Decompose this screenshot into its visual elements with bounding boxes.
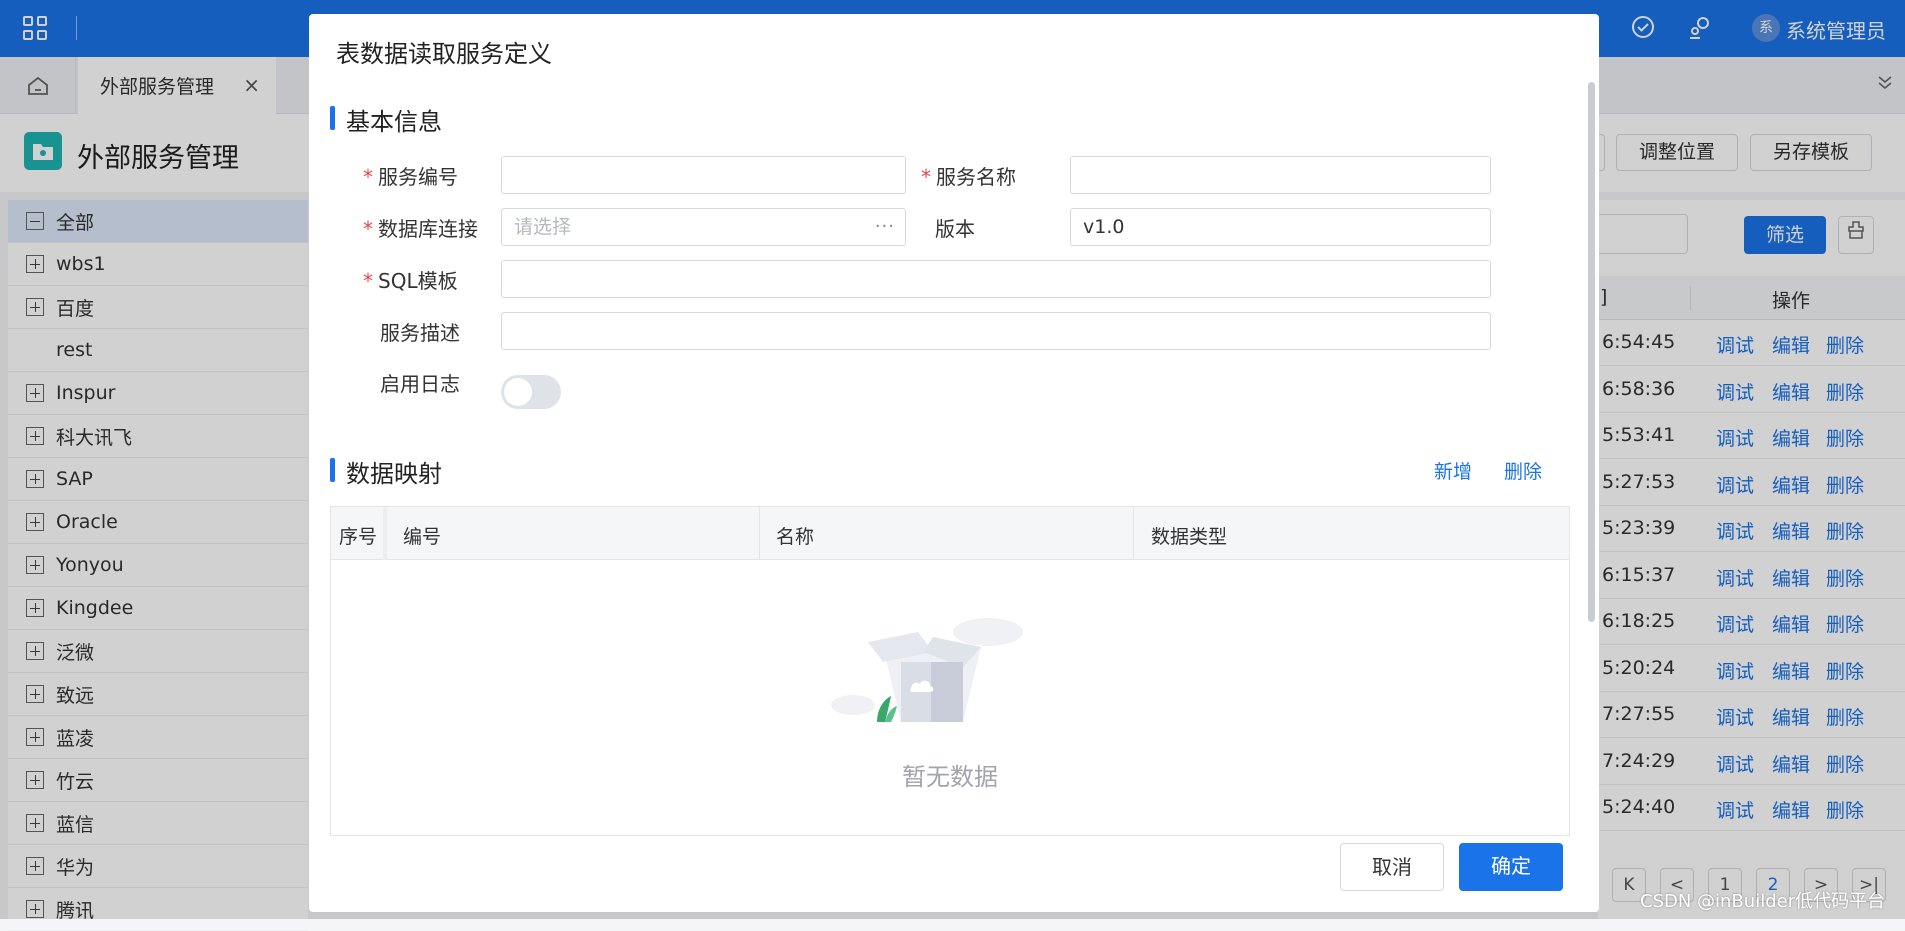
scrollbar[interactable] (1588, 82, 1595, 622)
sql-template-label: * SQL模板 (363, 269, 458, 293)
enable-log-toggle[interactable] (501, 375, 561, 409)
more-icon[interactable]: ··· (875, 209, 895, 245)
column-code: 编号 (403, 526, 442, 548)
service-definition-dialog: 表数据读取服务定义 基本信息 * 服务编号 * 服务名称 * 数据库连接 请选择 ··… (309, 14, 1599, 912)
service-name-input[interactable] (1070, 156, 1491, 194)
section-data-mapping: 数据映射 (330, 454, 442, 489)
section-basic-info: 基本信息 (330, 102, 442, 137)
cancel-button[interactable]: 取消 (1340, 843, 1444, 891)
empty-box-illustration (831, 618, 1023, 722)
service-description-input[interactable] (501, 312, 1491, 350)
version-label: 版本 (935, 217, 975, 241)
db-connection-label: * 数据库连接 (363, 217, 478, 241)
enable-log-label: 启用日志 (380, 372, 460, 396)
service-name-label: * 服务名称 (921, 165, 1016, 189)
mapping-table: 序号 编号 名称 数据类型 暂无数据 (330, 506, 1570, 836)
column-index: 序号 (339, 526, 378, 548)
service-code-input[interactable] (501, 156, 906, 194)
confirm-button[interactable]: 确定 (1459, 843, 1563, 891)
db-connection-placeholder: 请选择 (514, 216, 572, 238)
column-divider (759, 507, 760, 560)
version-input[interactable]: v1.0 (1070, 208, 1491, 246)
column-data-type: 数据类型 (1151, 526, 1228, 548)
sql-template-input[interactable] (501, 260, 1491, 298)
empty-state-text: 暂无数据 (902, 763, 998, 791)
column-name: 名称 (776, 526, 815, 548)
column-divider (383, 507, 387, 560)
add-mapping-button[interactable]: 新增 (1434, 457, 1472, 484)
watermark: CSDN @inBuilder低代码平台 (1640, 891, 1886, 912)
delete-mapping-button[interactable]: 删除 (1504, 457, 1542, 484)
service-code-label: * 服务编号 (363, 165, 458, 189)
service-description-label: 服务描述 (380, 321, 460, 345)
dialog-title: 表数据读取服务定义 (336, 40, 552, 68)
db-connection-select[interactable]: 请选择 ··· (501, 208, 906, 246)
mapping-table-header: 序号 编号 名称 数据类型 (331, 507, 1569, 560)
column-divider (1133, 507, 1134, 560)
